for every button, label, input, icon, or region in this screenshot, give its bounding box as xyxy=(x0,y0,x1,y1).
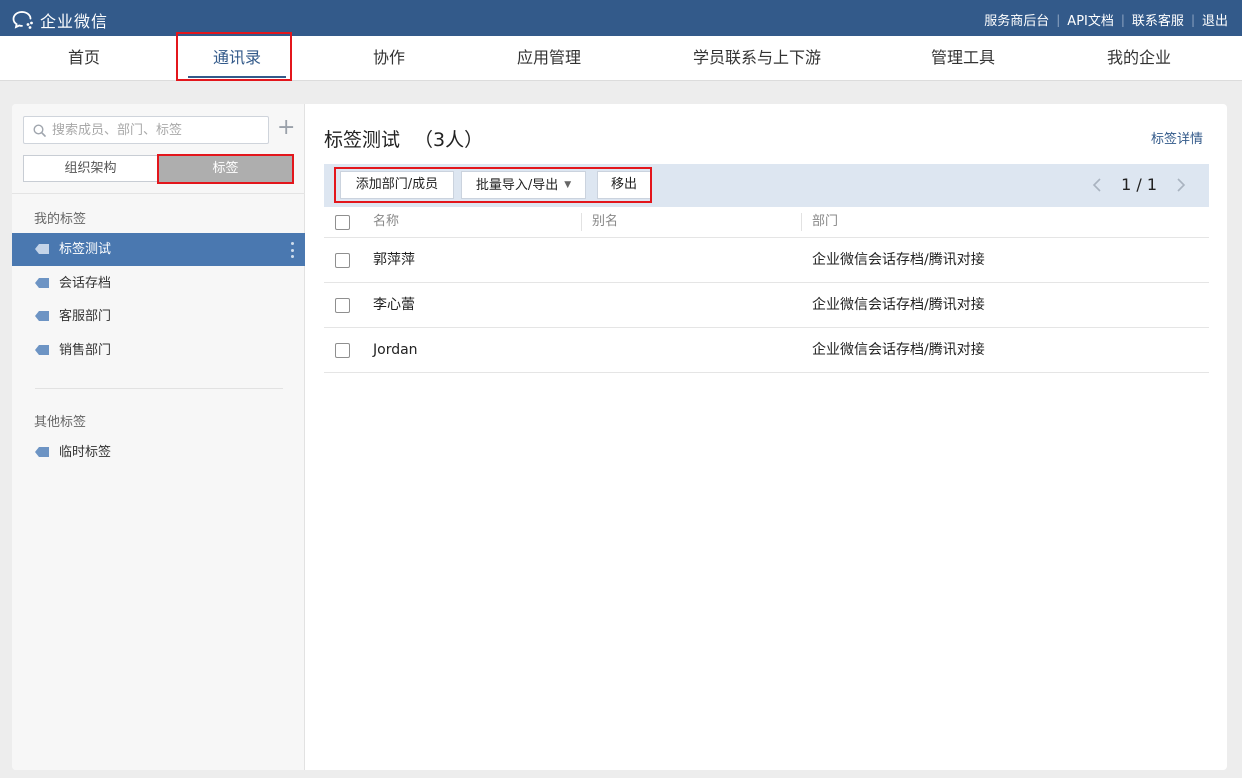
content-panel: + 组织架构 标签 我的标签 标签测试 会话存档 客服部门 销售部门 其他标签 xyxy=(12,104,1227,770)
main-content: 标签测试 （3人） 标签详情 添加部门/成员 批量导入/导出 ▼ 移出 1 / 1 … xyxy=(306,104,1227,770)
toolbar: 添加部门/成员 批量导入/导出 ▼ 移出 1 / 1 xyxy=(324,164,1209,207)
api-docs-link[interactable]: API文档 xyxy=(1067,10,1114,29)
row-checkbox[interactable] xyxy=(335,298,350,313)
search-icon xyxy=(33,124,46,137)
nav-student-contacts[interactable]: 学员联系与上下游 xyxy=(682,36,832,81)
add-dept-member-button[interactable]: 添加部门/成员 xyxy=(340,171,454,199)
select-all-checkbox[interactable] xyxy=(335,215,350,230)
tag-item-selected[interactable]: 标签测试 xyxy=(12,233,305,266)
nav-management-tools[interactable]: 管理工具 xyxy=(914,36,1012,81)
member-name: Jordan xyxy=(373,342,418,358)
logo-text: 企业微信 xyxy=(40,12,109,31)
nav-contacts[interactable]: 通讯录 xyxy=(185,36,289,81)
tag-icon xyxy=(35,447,49,457)
page-indicator: 1 / 1 xyxy=(1121,175,1157,194)
link-separator: | xyxy=(1056,12,1061,27)
tag-icon xyxy=(35,244,49,254)
other-tags-heading: 其他标签 xyxy=(34,415,87,430)
row-checkbox[interactable] xyxy=(335,253,350,268)
tag-item[interactable]: 会话存档 xyxy=(12,267,305,300)
tag-label: 客服部门 xyxy=(59,309,112,324)
tab-tags[interactable]: 标签 xyxy=(158,155,293,182)
dropdown-caret-icon: ▼ xyxy=(564,180,572,190)
nav-contacts-label: 通讯录 xyxy=(212,48,261,67)
column-header-alias[interactable]: 别名 xyxy=(592,207,618,237)
column-divider xyxy=(581,213,582,231)
sidebar-segment-tabs: 组织架构 标签 xyxy=(23,155,293,182)
column-header-department[interactable]: 部门 xyxy=(812,207,838,237)
nav-collaboration[interactable]: 协作 xyxy=(340,36,438,81)
pagination: 1 / 1 xyxy=(1089,175,1189,194)
link-separator: | xyxy=(1120,12,1125,27)
tag-label: 标签测试 xyxy=(59,242,112,257)
tag-label: 销售部门 xyxy=(59,343,112,358)
wecom-logo-icon xyxy=(12,11,33,29)
more-options-icon[interactable] xyxy=(291,242,295,258)
column-header-name[interactable]: 名称 xyxy=(373,207,399,237)
plus-icon[interactable]: + xyxy=(277,117,295,140)
customer-service-link[interactable]: 联系客服 xyxy=(1132,10,1184,29)
member-count: （3人） xyxy=(414,129,484,151)
tag-icon xyxy=(35,311,49,321)
bulk-import-export-label: 批量导入/导出 xyxy=(475,178,559,193)
member-department: 企业微信会话存档/腾讯对接 xyxy=(812,252,985,268)
nav-home[interactable]: 首页 xyxy=(35,36,133,81)
provider-console-link[interactable]: 服务商后台 xyxy=(984,10,1049,29)
logo[interactable]: 企业微信 xyxy=(12,8,108,32)
remove-button[interactable]: 移出 xyxy=(597,171,651,199)
table-row[interactable]: 李心蕾 企业微信会话存档/腾讯对接 xyxy=(324,283,1209,328)
chevron-right-icon[interactable] xyxy=(1171,176,1189,194)
tag-details-link[interactable]: 标签详情 xyxy=(1151,128,1203,147)
table-row[interactable]: 郭萍萍 企业微信会话存档/腾讯对接 xyxy=(324,238,1209,283)
tag-item[interactable]: 临时标签 xyxy=(12,436,305,469)
tag-label: 临时标签 xyxy=(59,445,112,460)
member-department: 企业微信会话存档/腾讯对接 xyxy=(812,297,985,313)
tag-icon xyxy=(35,345,49,355)
row-checkbox[interactable] xyxy=(335,343,350,358)
tab-org-structure[interactable]: 组织架构 xyxy=(23,155,158,182)
main-nav: 首页 通讯录 协作 应用管理 学员联系与上下游 管理工具 我的企业 xyxy=(0,36,1242,81)
table-row[interactable]: Jordan 企业微信会话存档/腾讯对接 xyxy=(324,328,1209,373)
search-box xyxy=(23,116,269,144)
sidebar: + 组织架构 标签 我的标签 标签测试 会话存档 客服部门 销售部门 其他标签 xyxy=(12,104,305,770)
tag-title: 标签测试 xyxy=(324,129,401,151)
link-separator: | xyxy=(1190,12,1195,27)
search-input[interactable] xyxy=(52,117,262,143)
chevron-left-icon[interactable] xyxy=(1089,176,1107,194)
member-department: 企业微信会话存档/腾讯对接 xyxy=(812,342,985,358)
my-tags-heading: 我的标签 xyxy=(34,212,87,227)
top-links: 服务商后台 | API文档 | 联系客服 | 退出 xyxy=(984,10,1228,30)
nav-my-company[interactable]: 我的企业 xyxy=(1090,36,1188,81)
member-name: 李心蕾 xyxy=(373,297,415,313)
tag-label: 会话存档 xyxy=(59,276,112,291)
tag-icon xyxy=(35,278,49,288)
logout-link[interactable]: 退出 xyxy=(1202,10,1228,29)
tag-item[interactable]: 销售部门 xyxy=(12,334,305,367)
column-divider xyxy=(801,213,802,231)
active-nav-underline xyxy=(188,76,286,78)
divider xyxy=(35,388,283,389)
tag-item[interactable]: 客服部门 xyxy=(12,300,305,333)
member-name: 郭萍萍 xyxy=(373,252,415,268)
page-title: 标签测试 （3人） xyxy=(324,125,483,152)
table-header: 名称 别名 部门 xyxy=(324,207,1209,238)
nav-app-management[interactable]: 应用管理 xyxy=(498,36,600,81)
bulk-import-export-button[interactable]: 批量导入/导出 ▼ xyxy=(461,171,586,199)
top-bar: 企业微信 服务商后台 | API文档 | 联系客服 | 退出 xyxy=(0,0,1242,36)
divider xyxy=(12,193,305,194)
